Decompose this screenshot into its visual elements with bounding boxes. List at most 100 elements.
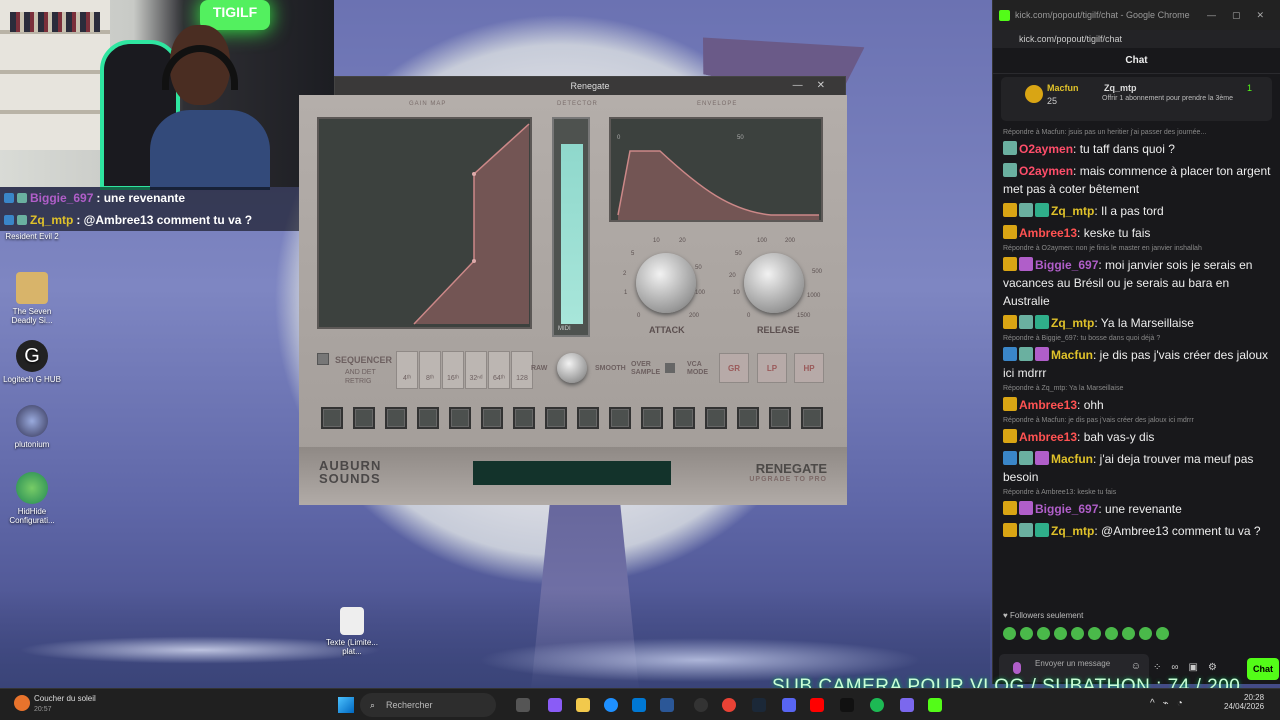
- sequencer-step[interactable]: [609, 407, 631, 429]
- desktop-file-texte[interactable]: Texte (Limite... plat...: [320, 607, 384, 656]
- detector-meter[interactable]: MIDI: [552, 117, 590, 337]
- youtube-icon[interactable]: [810, 698, 824, 712]
- weather-text[interactable]: Coucher du soleil: [34, 694, 96, 703]
- obs-icon[interactable]: [694, 698, 708, 712]
- chrome-icon[interactable]: [722, 698, 736, 712]
- sequencer-step[interactable]: [737, 407, 759, 429]
- chat-username[interactable]: Zq_mtp: [1051, 316, 1094, 330]
- desktop-icon-plutonium[interactable]: plutonium: [0, 405, 64, 449]
- task-view-icon[interactable]: [516, 698, 530, 712]
- sequencer-step[interactable]: [769, 407, 791, 429]
- crown-badge-icon: [1003, 523, 1017, 537]
- pinned-gift-banner[interactable]: Macfun 25 Zq_mtp Offrir 1 abonnement pou…: [1001, 77, 1272, 121]
- window-controls[interactable]: —▢✕: [1207, 10, 1280, 21]
- send-chat-button[interactable]: Chat: [1247, 658, 1279, 680]
- gift-rank-icon: [1025, 85, 1043, 103]
- app-icon[interactable]: [900, 698, 914, 712]
- chat-username[interactable]: Ambree13: [1019, 430, 1077, 444]
- note-64th-button[interactable]: 64ᵗʰ: [488, 351, 510, 389]
- mode-gr-button[interactable]: GR: [719, 353, 749, 383]
- microphone-icon[interactable]: [1013, 662, 1021, 674]
- discord-icon[interactable]: [782, 698, 796, 712]
- sequencer-step[interactable]: [449, 407, 471, 429]
- file-explorer-icon[interactable]: [576, 698, 590, 712]
- sequencer-step[interactable]: [577, 407, 599, 429]
- sequencer-step[interactable]: [545, 407, 567, 429]
- emoji-icon[interactable]: ☺: [1131, 662, 1141, 672]
- chat-username[interactable]: Biggie_697: [1035, 502, 1098, 516]
- sequencer-step[interactable]: [321, 407, 343, 429]
- mode-hp-button[interactable]: HP: [794, 353, 824, 383]
- chat-username[interactable]: Macfun: [1051, 348, 1093, 362]
- sequencer-checkbox[interactable]: [317, 353, 329, 365]
- sequencer-step[interactable]: [641, 407, 663, 429]
- kick-icon[interactable]: [928, 698, 942, 712]
- chat-tool-icons[interactable]: ⁘∞▣⚙: [1153, 662, 1227, 673]
- desktop-icon-logitech[interactable]: G Logitech G HUB: [0, 340, 64, 384]
- taskbar-search[interactable]: ⌕ Rechercher: [360, 693, 496, 717]
- note-8th-button[interactable]: 8ᵗʰ: [419, 351, 441, 389]
- spotify-icon[interactable]: [870, 698, 884, 712]
- smoothing-knob[interactable]: [557, 353, 587, 383]
- desktop-icon-seven-deadly-sins[interactable]: The Seven Deadly Si...: [0, 272, 64, 325]
- chat-message: O2aymen: mais commence à placer ton arge…: [993, 160, 1280, 200]
- chat-text: : Ya la Marseillaise: [1094, 316, 1194, 330]
- note-32nd-button[interactable]: 32ⁿᵈ: [465, 351, 487, 389]
- gain-map-graph[interactable]: [317, 117, 532, 329]
- upgrade-link[interactable]: UPGRADE TO PRO: [749, 476, 827, 483]
- chat-username[interactable]: Ambree13: [1019, 226, 1077, 240]
- attack-tick: 0: [637, 313, 641, 319]
- desktop-icon-resident-evil[interactable]: Resident Evil 2: [0, 232, 64, 241]
- note-128-button[interactable]: 128: [511, 351, 533, 389]
- emote-bar[interactable]: [993, 623, 1280, 644]
- chat-username[interactable]: Ambree13: [1019, 398, 1077, 412]
- plugin-footer: AUBURN SOUNDS RENEGATE UPGRADE TO PRO: [299, 447, 847, 505]
- clock[interactable]: 20:28 24/04/2026: [1224, 693, 1264, 711]
- chat-username[interactable]: O2aymen: [1019, 164, 1073, 178]
- store-icon[interactable]: [632, 698, 646, 712]
- address-bar[interactable]: kick.com/popout/tigilf/chat: [993, 30, 1280, 48]
- crown-badge-icon: [1003, 501, 1017, 515]
- chat-username[interactable]: O2aymen: [1019, 142, 1073, 156]
- gain-map-curve: [413, 123, 530, 325]
- app-icon[interactable]: [660, 698, 674, 712]
- weather-icon[interactable]: [14, 695, 30, 711]
- sequencer-step[interactable]: [513, 407, 535, 429]
- copilot-icon[interactable]: [548, 698, 562, 712]
- attack-label: ATTACK: [649, 325, 685, 335]
- oversample-toggle[interactable]: [665, 363, 675, 373]
- note-4th-button[interactable]: 4ᵗʰ: [396, 351, 418, 389]
- chat-username[interactable]: Zq_mtp: [1051, 204, 1094, 218]
- sequencer-step[interactable]: [801, 407, 823, 429]
- sequencer-step[interactable]: [705, 407, 727, 429]
- sequencer-step[interactable]: [673, 407, 695, 429]
- chat-message-list[interactable]: Répondre à Macfun: jsuis pas un heritier…: [993, 128, 1280, 542]
- chat-username[interactable]: Biggie_697: [1035, 258, 1098, 272]
- start-icon[interactable]: [338, 697, 354, 713]
- chat-username[interactable]: Zq_mtp: [1051, 524, 1094, 538]
- steam-icon[interactable]: [752, 698, 766, 712]
- clock-date: 24/04/2026: [1224, 702, 1265, 711]
- browser-titlebar[interactable]: kick.com/popout/tigilf/chat - Google Chr…: [993, 0, 1280, 30]
- edge-icon[interactable]: [604, 698, 618, 712]
- sequencer-step[interactable]: [481, 407, 503, 429]
- crown-badge-icon: [1003, 397, 1017, 411]
- envelope-graph[interactable]: 0 50: [609, 117, 823, 222]
- window-titlebar[interactable]: Renegate —✕: [335, 77, 845, 95]
- release-knob[interactable]: [744, 253, 804, 313]
- kick-chat-window: kick.com/popout/tigilf/chat - Google Chr…: [992, 0, 1280, 684]
- envelope-curve: [617, 150, 819, 220]
- sequencer-step[interactable]: [353, 407, 375, 429]
- system-tray-icons[interactable]: ^⌁◔: [1150, 698, 1191, 709]
- clock-time: 20:28: [1244, 693, 1265, 702]
- logitech-icon: G: [16, 340, 48, 372]
- sequencer-step[interactable]: [385, 407, 407, 429]
- desktop-icon-hidhide[interactable]: HidHide Configurati...: [0, 472, 64, 525]
- window-controls[interactable]: —✕: [793, 80, 839, 91]
- attack-knob[interactable]: [636, 253, 696, 313]
- note-16th-button[interactable]: 16ᵗʰ: [442, 351, 464, 389]
- chat-username[interactable]: Macfun: [1051, 452, 1093, 466]
- sequencer-step[interactable]: [417, 407, 439, 429]
- mode-lp-button[interactable]: LP: [757, 353, 787, 383]
- tiktok-icon[interactable]: [840, 698, 854, 712]
